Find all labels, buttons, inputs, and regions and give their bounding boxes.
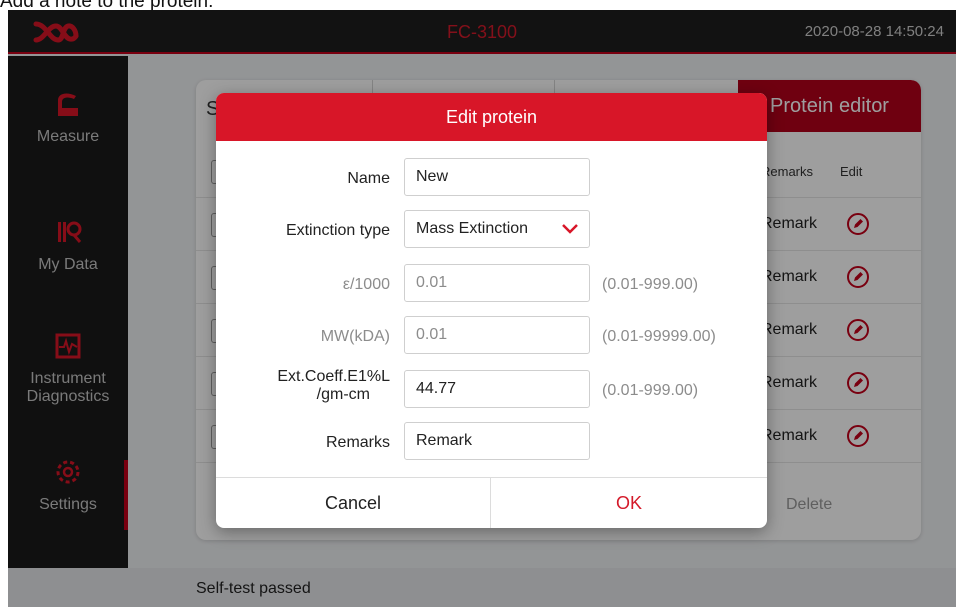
mw-field [404, 316, 590, 354]
remarks-label: Remarks [325, 434, 390, 451]
mw-label: MW(kDA) [320, 328, 390, 345]
ext-coeff-range: (0.01-999.00) [602, 382, 699, 399]
ext-coeff-field[interactable] [404, 370, 590, 408]
epsilon-field [404, 264, 590, 302]
device-screen: FC-3100 2020-08-28 14:50:24 Measure My D… [8, 10, 956, 607]
ext-coeff-label: Ext.Coeff.E1%L /gm-cm [216, 368, 390, 404]
ext-coeff-label-line2: /gm-cm [316, 386, 370, 403]
page: Add a note to the protein: FC-3100 2020-… [0, 0, 964, 607]
mw-range: (0.01-99999.00) [602, 328, 716, 345]
edit-protein-dialog: Edit protein Name Extinction type Mass E… [216, 93, 767, 528]
dialog-footer: Cancel OK [216, 477, 767, 528]
extinction-type-select[interactable]: Mass Extinction [404, 210, 590, 248]
epsilon-label: ε/1000 [342, 276, 390, 293]
ok-button[interactable]: OK [491, 478, 767, 528]
extinction-type-label: Extinction type [285, 222, 390, 239]
chevron-down-icon [562, 224, 578, 234]
name-field[interactable] [404, 158, 590, 196]
epsilon-range: (0.01-999.00) [602, 276, 699, 293]
cancel-button[interactable]: Cancel [216, 478, 491, 528]
name-label: Name [347, 170, 390, 187]
dialog-title: Edit protein [216, 93, 767, 141]
extinction-type-value: Mass Extinction [416, 220, 529, 237]
remarks-field[interactable] [404, 422, 590, 460]
ext-coeff-label-line1: Ext.Coeff.E1%L [277, 368, 390, 385]
